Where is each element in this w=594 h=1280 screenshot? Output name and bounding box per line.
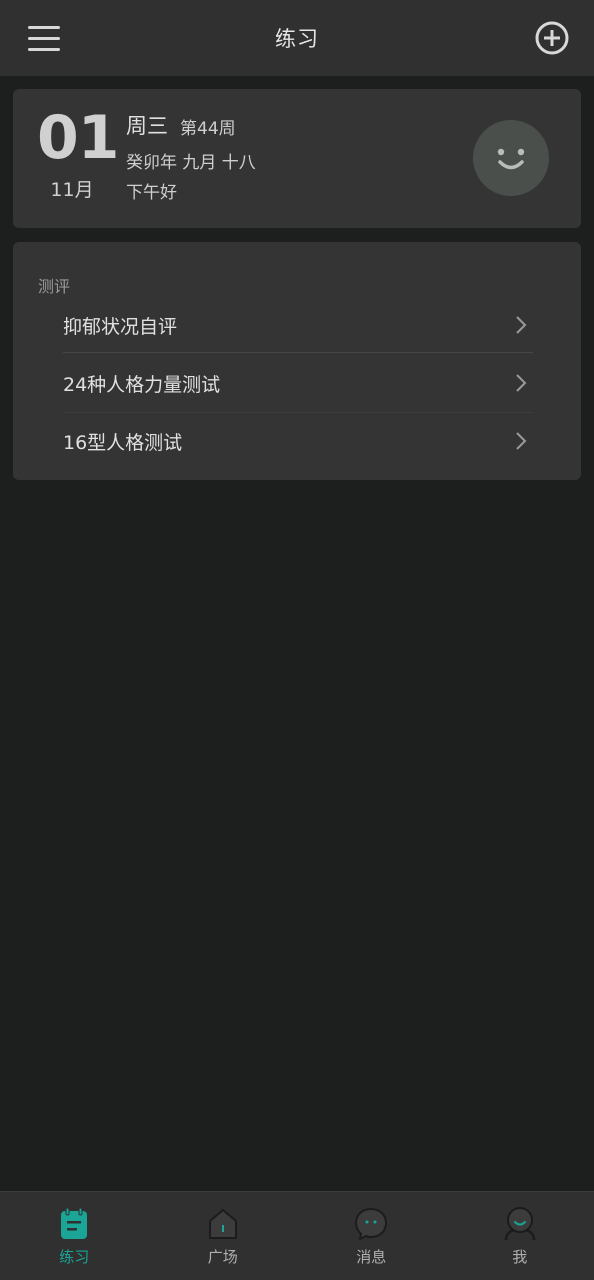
month-label: 11月 (50, 179, 94, 201)
assessment-item-strengths[interactable]: 24种人格力量测试 (63, 354, 533, 412)
bottom-navigation: 练习 广场 消息 我 (0, 1191, 594, 1280)
assessment-card: 测评 抑郁状况自评 24种人格力量测试 16型人格测试 (13, 242, 581, 480)
nav-item-square[interactable]: 广场 (149, 1192, 298, 1280)
mood-button[interactable] (473, 120, 549, 196)
nav-label: 我 (512, 1248, 528, 1266)
home-icon (208, 1209, 237, 1239)
chevron-right-icon (516, 316, 527, 334)
assessment-item-label: 24种人格力量测试 (63, 373, 221, 396)
divider (63, 352, 533, 353)
smiley-face-icon (497, 148, 525, 170)
assessment-item-16-type[interactable]: 16型人格测试 (63, 412, 533, 470)
menu-button[interactable] (22, 20, 66, 58)
profile-icon (504, 1207, 535, 1241)
lunar-date-label: 癸卯年 九月 十八 (126, 153, 256, 173)
nav-label: 练习 (59, 1248, 90, 1266)
day-number: 01 (37, 103, 120, 173)
chevron-right-icon (516, 374, 527, 392)
assessment-item-depression[interactable]: 抑郁状况自评 (63, 296, 533, 354)
nav-item-messages[interactable]: 消息 (297, 1192, 446, 1280)
nav-item-practice[interactable]: 练习 (0, 1192, 149, 1280)
chat-bubble-icon (355, 1207, 388, 1241)
assessment-item-label: 抑郁状况自评 (63, 315, 178, 338)
plus-circle-icon (535, 21, 569, 55)
assessment-item-label: 16型人格测试 (63, 431, 183, 454)
nav-label: 广场 (207, 1248, 238, 1266)
hamburger-menu-icon (28, 26, 60, 51)
notebook-icon (61, 1207, 88, 1239)
chevron-right-icon (516, 432, 527, 450)
weekday-label: 周三 (126, 114, 168, 138)
greeting-label: 下午好 (126, 183, 177, 203)
nav-item-me[interactable]: 我 (446, 1192, 594, 1280)
top-app-bar: 练习 (0, 0, 594, 76)
date-card: 01 11月 周三 第44周 癸卯年 九月 十八 下午好 (13, 89, 581, 228)
page-title: 练习 (275, 27, 319, 51)
app-root: 练习 01 11月 周三 第44周 癸卯年 九月 十八 下午好 测评 抑郁状况自… (0, 0, 594, 1280)
add-button[interactable] (532, 18, 572, 58)
nav-label: 消息 (356, 1248, 387, 1266)
week-number-label: 第44周 (180, 119, 236, 139)
section-label: 测评 (38, 277, 71, 296)
